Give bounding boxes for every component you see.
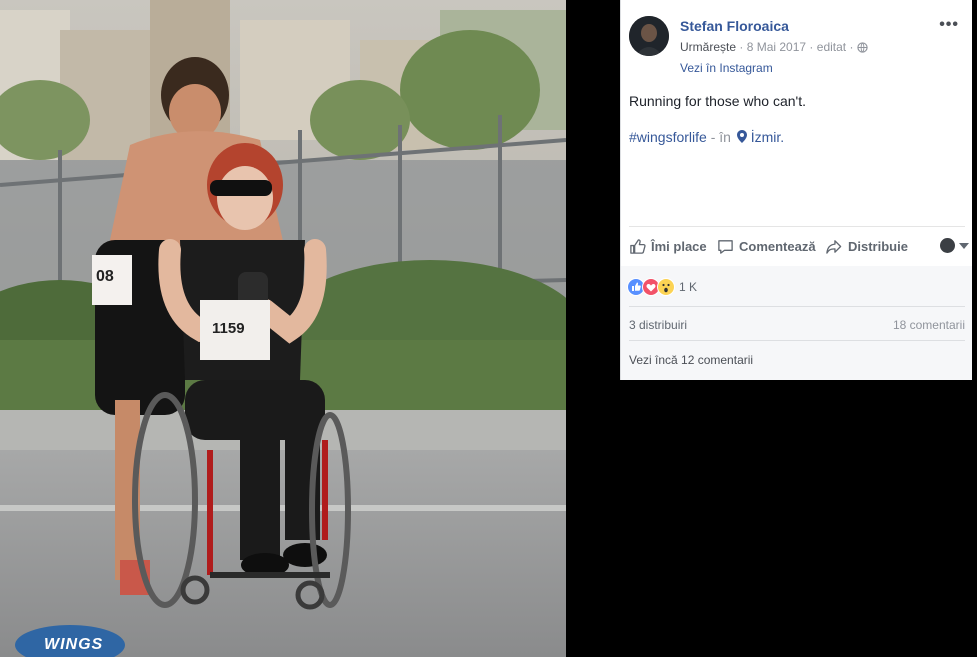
share-audience-selector[interactable] [940,238,969,253]
thumbs-up-icon [630,239,646,254]
comments-count[interactable]: 18 comentarii [893,318,965,332]
meta-separator: - [710,129,720,145]
share-label: Distribuie [848,239,908,254]
in-label: în [719,129,731,145]
comment-icon [718,240,733,254]
comment-label: Comentează [739,239,816,254]
location-link[interactable]: İzmir. [751,129,784,145]
like-label: Îmi place [651,239,707,254]
globe-icon [857,42,868,56]
meta-separator: · [739,40,747,54]
panel-empty-area [620,380,972,657]
share-button[interactable]: Distribuie [825,238,908,255]
view-more-comments[interactable]: Vezi încă 12 comentarii [629,340,965,381]
avatar[interactable] [629,16,669,56]
chevron-down-icon [959,242,969,249]
wow-reaction-icon [657,278,675,296]
follow-link[interactable]: Urmărește [680,40,736,54]
meta-separator: · [849,40,857,54]
shares-count[interactable]: 3 distribuiri [629,318,687,332]
author-name[interactable]: Stefan Floroaica [680,18,789,34]
meta-separator: · [809,40,817,54]
post-stats: 3 distribuiri 18 comentarii [629,306,965,341]
hashtag-link[interactable]: #wingsforlife [629,129,707,145]
edited-label[interactable]: editat [817,40,846,54]
action-bar: Îmi place Comentează Distribuie [629,226,969,267]
like-button[interactable]: Îmi place [629,238,707,255]
location-pin-icon [736,130,747,146]
instagram-link[interactable]: Vezi în Instagram [680,61,773,75]
avatar-image [629,16,669,56]
post-photo[interactable]: 08 1159 WINGS [0,0,566,657]
bib-number-rider: 1159 [212,320,245,337]
window-edge [972,0,977,657]
post-meta: Urmărește · 8 Mai 2017 · editat · [680,40,868,56]
mini-avatar-icon [940,238,955,253]
view-more-comments-label: Vezi încă 12 comentarii [629,353,754,367]
post-date[interactable]: 8 Mai 2017 [747,40,806,54]
post-panel: Stefan Floroaica Urmărește · 8 Mai 2017 … [620,0,973,380]
wings-logo: WINGS [44,636,104,653]
share-arrow-icon [826,240,842,254]
reaction-summary[interactable]: 1 K [627,278,697,296]
post-text: Running for those who can't. [629,93,807,109]
more-options-icon[interactable]: ••• [939,16,959,34]
tag-line: #wingsforlife - în İzmir. [629,129,784,146]
photo-image [0,0,566,657]
bib-number-runner: 08 [96,268,114,285]
lightbox-gap [566,0,620,657]
reactions-section: 1 K 3 distribuiri 18 comentarii Vezi înc… [621,266,973,380]
post-header: Stefan Floroaica Urmărește · 8 Mai 2017 … [629,14,965,75]
reaction-count[interactable]: 1 K [679,280,697,294]
comment-button[interactable]: Comentează [717,238,816,255]
